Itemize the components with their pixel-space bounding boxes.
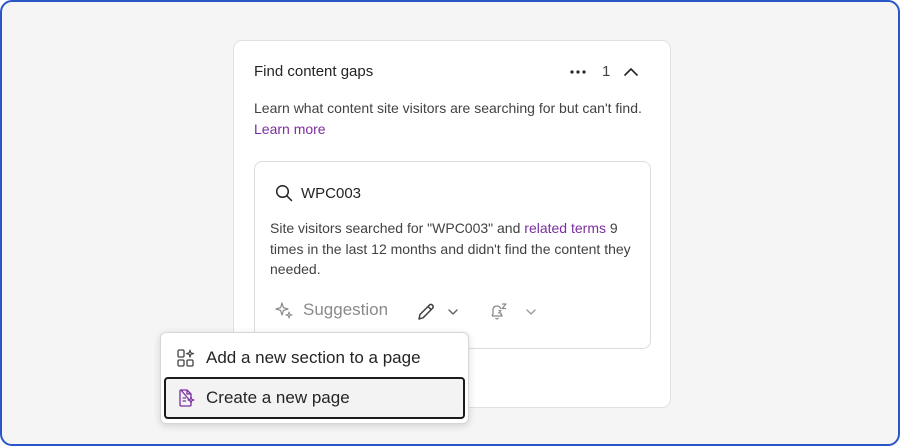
related-terms-link[interactable]: related terms bbox=[524, 220, 606, 236]
gap-description: Site visitors searched for "WPC003" and … bbox=[270, 218, 640, 280]
snooze-bell-icon bbox=[491, 303, 507, 320]
chevron-up-icon bbox=[624, 68, 638, 76]
chevron-down-icon bbox=[448, 309, 458, 315]
suggestion-label: Suggestion bbox=[275, 300, 388, 320]
pencil-icon bbox=[418, 303, 434, 320]
gap-text-start: Site visitors searched for "WPC003" and bbox=[270, 220, 521, 236]
panel-description: Learn what content site visitors are sea… bbox=[254, 98, 650, 140]
edit-menu-button[interactable] bbox=[415, 300, 463, 324]
app-frame: Find content gaps 1 Learn what content s… bbox=[0, 0, 900, 446]
suggestion-text: Suggestion bbox=[303, 300, 389, 319]
collapse-button[interactable] bbox=[621, 62, 641, 82]
sparkle-icon bbox=[275, 302, 293, 319]
menu-item-label: Create a new page bbox=[206, 388, 350, 407]
menu-item-add-section[interactable]: Add a new section to a page bbox=[164, 337, 465, 379]
learn-more-link[interactable]: Learn more bbox=[254, 121, 326, 137]
gap-count: 1 bbox=[602, 63, 611, 80]
menu-item-create-page[interactable]: Create a new page bbox=[164, 377, 465, 419]
edit-dropdown-menu: Add a new section to a page Create a new… bbox=[160, 332, 469, 424]
search-query-row: WPC003 bbox=[275, 184, 361, 202]
add-section-icon bbox=[176, 348, 196, 368]
menu-item-label: Add a new section to a page bbox=[206, 348, 421, 367]
more-options-button[interactable] bbox=[567, 62, 589, 82]
new-page-icon bbox=[176, 388, 196, 408]
snooze-menu-button[interactable] bbox=[487, 300, 543, 324]
gap-card: WPC003 Site visitors searched for "WPC00… bbox=[254, 161, 651, 349]
more-horizontal-icon bbox=[570, 70, 586, 74]
panel-title: Find content gaps bbox=[254, 63, 374, 80]
search-query: WPC003 bbox=[301, 184, 362, 202]
description-text: Learn what content site visitors are sea… bbox=[254, 100, 642, 116]
search-icon bbox=[275, 184, 293, 202]
chevron-down-icon bbox=[526, 309, 536, 315]
